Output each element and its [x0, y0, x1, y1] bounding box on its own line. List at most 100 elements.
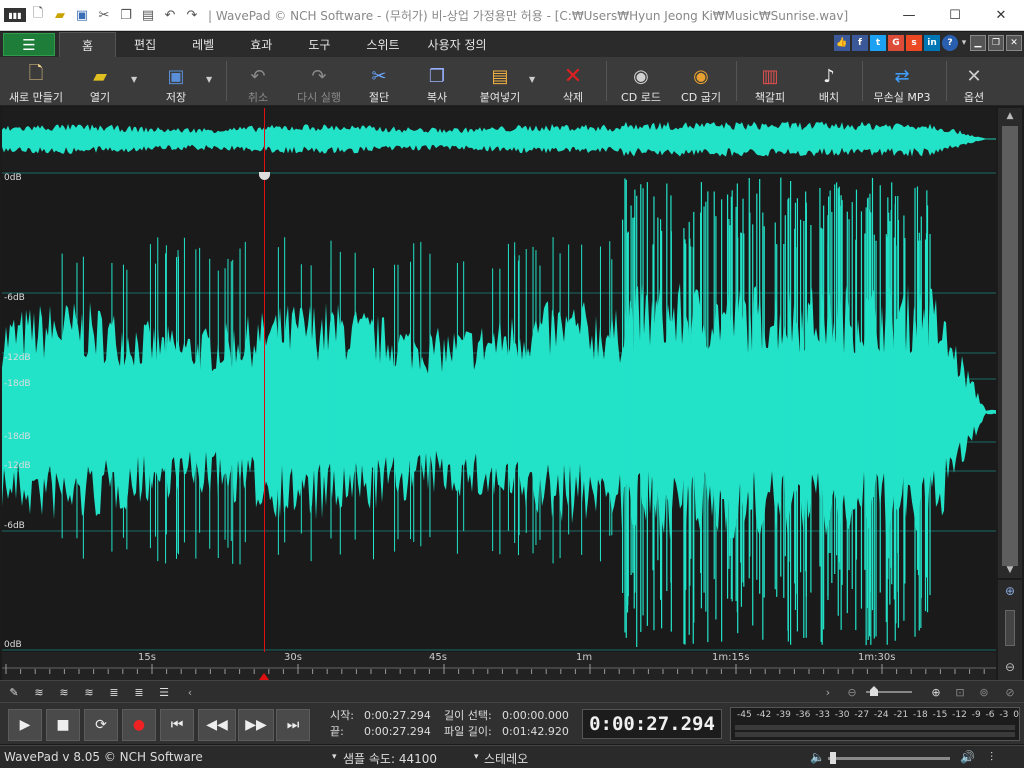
- stumbleupon-icon[interactable]: s: [906, 35, 922, 51]
- vertical-zoom-slider[interactable]: [1005, 610, 1015, 646]
- maximize-button[interactable]: ☐: [932, 0, 978, 31]
- new-file-icon[interactable]: 🗋: [28, 5, 48, 25]
- open-folder-icon[interactable]: ▰: [50, 5, 70, 25]
- zoom-slider-thumb[interactable]: [870, 686, 878, 696]
- playhead-cursor[interactable]: [264, 108, 265, 680]
- tab-effects[interactable]: 효과: [232, 32, 290, 57]
- list-view-icon[interactable]: ☰: [154, 683, 174, 701]
- paste-button[interactable]: ▤ 붙여넣기: [476, 59, 524, 105]
- mdi-restore-button[interactable]: ❐: [988, 35, 1004, 51]
- undo-button[interactable]: ↶ 취소: [240, 59, 276, 105]
- bookmark-button[interactable]: ▥ 책갈피: [750, 59, 790, 105]
- volume-slider[interactable]: [828, 752, 950, 764]
- tab-custom[interactable]: 사용자 정의: [418, 32, 497, 57]
- channels-dropdown-icon[interactable]: ▾: [474, 752, 479, 762]
- batch-button[interactable]: ♪ 배치: [812, 59, 846, 105]
- facebook-icon[interactable]: f: [852, 35, 868, 51]
- tab-levels[interactable]: 레벨: [174, 32, 232, 57]
- zoom-fit-icon[interactable]: ⊘: [1000, 683, 1020, 701]
- timeline-ruler[interactable]: 15s 30s 45s 1m 1m:15s 1m:30s: [2, 652, 996, 680]
- db-label-0: 0dB: [4, 173, 22, 183]
- cut-button[interactable]: ✂ 절단: [362, 59, 396, 105]
- level-meter-scale: -45 -42 -39 -36 -33 -30 -27 -24 -21 -18 …: [737, 710, 1019, 720]
- overview-waveform[interactable]: [2, 108, 996, 170]
- play-loop-button[interactable]: ⟳: [84, 709, 118, 741]
- tab-edit[interactable]: 편집: [116, 32, 174, 57]
- linkedin-icon[interactable]: in: [924, 35, 940, 51]
- options-button[interactable]: ✕ 옵션: [958, 59, 990, 105]
- mdi-close-button[interactable]: ✕: [1006, 35, 1022, 51]
- twitter-icon[interactable]: t: [870, 35, 886, 51]
- copy-icon[interactable]: ❐: [116, 5, 136, 25]
- close-button[interactable]: ✕: [978, 0, 1024, 31]
- open-dropdown-icon[interactable]: ▼: [131, 75, 137, 84]
- save-button[interactable]: ▣ 저장: [158, 59, 194, 105]
- waveform-view-icon[interactable]: ≋: [29, 683, 49, 701]
- overview-waveform-svg: [2, 121, 996, 157]
- open-button[interactable]: ▰ 열기: [82, 59, 118, 105]
- record-button[interactable]: ●: [122, 709, 156, 741]
- undo-icon[interactable]: ↶: [160, 5, 180, 25]
- tab-tools[interactable]: 도구: [290, 32, 348, 57]
- stop-button[interactable]: ■: [46, 709, 80, 741]
- sample-rate-text[interactable]: 샘플 속도: 44100: [343, 750, 437, 767]
- mdi-minimize-button[interactable]: ▁: [970, 35, 986, 51]
- zoom-in-icon[interactable]: ⊕: [926, 683, 946, 701]
- fast-forward-button[interactable]: ▶▶: [238, 709, 274, 741]
- volume-slider-thumb[interactable]: [830, 752, 836, 764]
- file-length-label: 파일 길이:: [444, 725, 492, 738]
- align-bottom-icon[interactable]: ≣: [129, 683, 149, 701]
- delete-button[interactable]: ✕ 삭제: [556, 59, 590, 105]
- main-menu-button[interactable]: ☰: [3, 33, 55, 56]
- save-icon[interactable]: ▣: [72, 5, 92, 25]
- paste-dropdown-icon[interactable]: ▼: [529, 75, 535, 84]
- tab-suite[interactable]: 스위트: [348, 32, 417, 57]
- channels-text[interactable]: 스테레오: [484, 750, 528, 767]
- lossless-mp3-button[interactable]: ⇄ 무손실 MP3: [872, 59, 932, 105]
- scroll-thumb[interactable]: [1002, 126, 1018, 566]
- cd-burn-button[interactable]: ◉ CD 굽기: [678, 59, 724, 105]
- redo-icon: ↷: [311, 65, 327, 87]
- timeline-label-45s: 45s: [429, 652, 447, 663]
- paste-icon[interactable]: ▤: [138, 5, 158, 25]
- selection-length-label: 길이 선택:: [444, 709, 492, 722]
- mixer-icon[interactable]: ⫶: [990, 750, 993, 765]
- zoom-out-icon[interactable]: ⊖: [842, 683, 862, 701]
- redo-icon[interactable]: ↷: [182, 5, 202, 25]
- scroll-right-icon[interactable]: ›: [818, 683, 838, 701]
- align-top-icon[interactable]: ≣: [104, 683, 124, 701]
- cd-load-button[interactable]: ◉ CD 로드: [616, 59, 666, 105]
- vertical-scrollbar[interactable]: ▲ ▼: [998, 108, 1022, 578]
- open-folder-icon: ▰: [93, 65, 107, 87]
- googleplus-icon[interactable]: G: [888, 35, 904, 51]
- waveform-left-icon[interactable]: ≋: [54, 683, 74, 701]
- pencil-icon[interactable]: ✎: [4, 683, 24, 701]
- waveform-editor[interactable]: 0dB -6dB -12dB -18dB -18dB -12dB -6dB 0d…: [2, 172, 996, 652]
- zoom-in-vertical-icon[interactable]: ⊕: [1001, 582, 1019, 600]
- redo-button[interactable]: ↷ 다시 실행: [292, 59, 346, 105]
- scroll-left-icon[interactable]: ‹: [180, 683, 200, 701]
- save-dropdown-icon[interactable]: ▼: [206, 75, 212, 84]
- cut-icon[interactable]: ✂: [94, 5, 114, 25]
- new-button[interactable]: 🗋 새로 만들기: [6, 59, 66, 105]
- zoom-selection-icon[interactable]: ⊡: [950, 683, 970, 701]
- zoom-full-icon[interactable]: ⊚: [974, 683, 994, 701]
- help-icon[interactable]: ?: [942, 35, 958, 51]
- sample-rate-dropdown-icon[interactable]: ▾: [332, 752, 337, 762]
- go-to-end-button[interactable]: ⏭: [276, 709, 310, 741]
- selection-length-value: 0:00:00.000: [502, 709, 569, 722]
- minimize-button[interactable]: —: [886, 0, 932, 31]
- scroll-up-icon[interactable]: ▲: [998, 108, 1022, 124]
- zoom-slider[interactable]: [866, 686, 912, 696]
- tab-home[interactable]: 홈: [59, 32, 117, 57]
- scroll-down-icon[interactable]: ▼: [998, 562, 1022, 578]
- db-label-5: -12dB: [4, 461, 31, 471]
- zoom-out-vertical-icon[interactable]: ⊖: [1001, 658, 1019, 676]
- like-icon[interactable]: 👍: [834, 35, 850, 51]
- go-to-start-button[interactable]: ⏮: [160, 709, 194, 741]
- copy-button[interactable]: ❐ 복사: [420, 59, 454, 105]
- play-button[interactable]: ▶: [8, 709, 42, 741]
- rewind-button[interactable]: ◀◀: [198, 709, 236, 741]
- help-dropdown-icon[interactable]: ▾: [960, 35, 968, 51]
- waveform-right-icon[interactable]: ≋: [79, 683, 99, 701]
